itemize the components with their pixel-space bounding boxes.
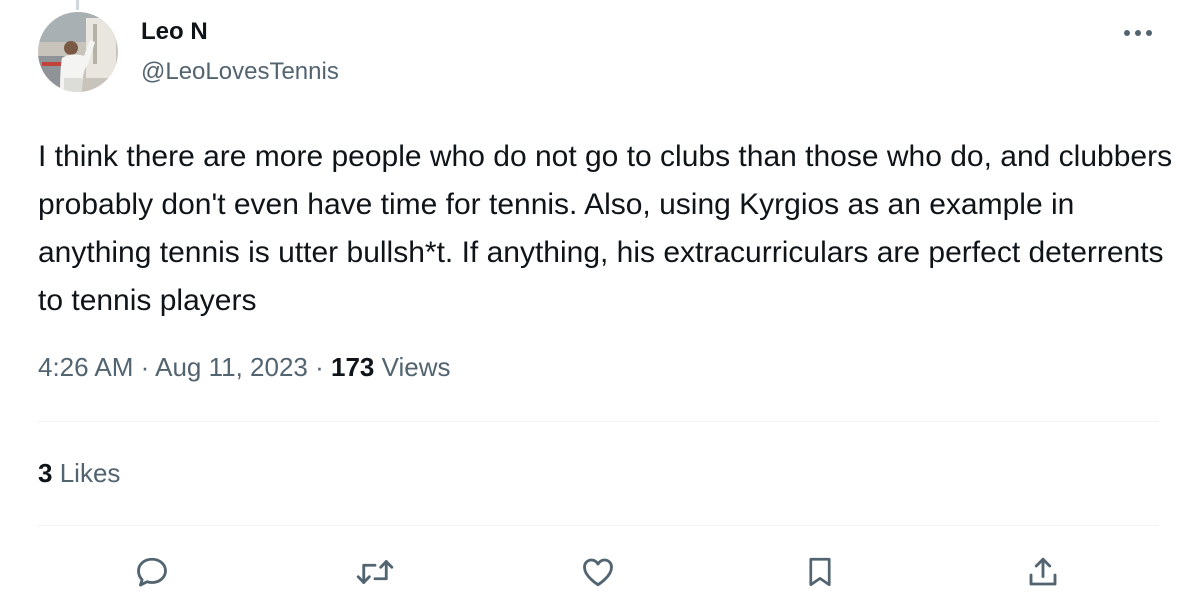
share-button[interactable] <box>1021 550 1065 594</box>
retweet-icon <box>356 560 394 584</box>
views-count: 173 <box>331 352 375 382</box>
likes-label: Likes <box>59 458 121 488</box>
author-name[interactable]: Leo N <box>141 18 208 46</box>
share-icon <box>1029 557 1057 586</box>
retweet-button[interactable] <box>353 550 397 594</box>
thread-line <box>76 0 79 10</box>
divider <box>38 525 1158 526</box>
heart-icon <box>583 558 613 587</box>
meta-separator: · <box>140 352 150 382</box>
likes-count: 3 <box>38 458 53 488</box>
divider <box>38 421 1158 422</box>
avatar[interactable] <box>38 12 118 92</box>
more-horizontal-icon <box>1124 30 1152 36</box>
like-button[interactable] <box>576 550 620 594</box>
more-options-button[interactable] <box>1118 18 1158 48</box>
reply-button[interactable] <box>130 550 174 594</box>
bookmark-button[interactable] <box>798 550 842 594</box>
tweet-time[interactable]: 4:26 AM <box>38 352 133 382</box>
meta-separator: · <box>315 352 324 382</box>
tweet-date[interactable]: Aug 11, 2023 <box>155 352 308 382</box>
author-handle[interactable]: @LeoLovesTennis <box>141 58 339 86</box>
tweet-text: I think there are more people who do not… <box>38 140 1173 317</box>
bookmark-icon <box>809 557 831 587</box>
reply-icon <box>137 557 167 587</box>
views-label: Views <box>381 352 451 382</box>
likes-link[interactable]: 3 Likes <box>38 458 120 489</box>
tweet-meta: 4:26 AM · Aug 11, 2023 · 173 Views <box>38 352 451 383</box>
